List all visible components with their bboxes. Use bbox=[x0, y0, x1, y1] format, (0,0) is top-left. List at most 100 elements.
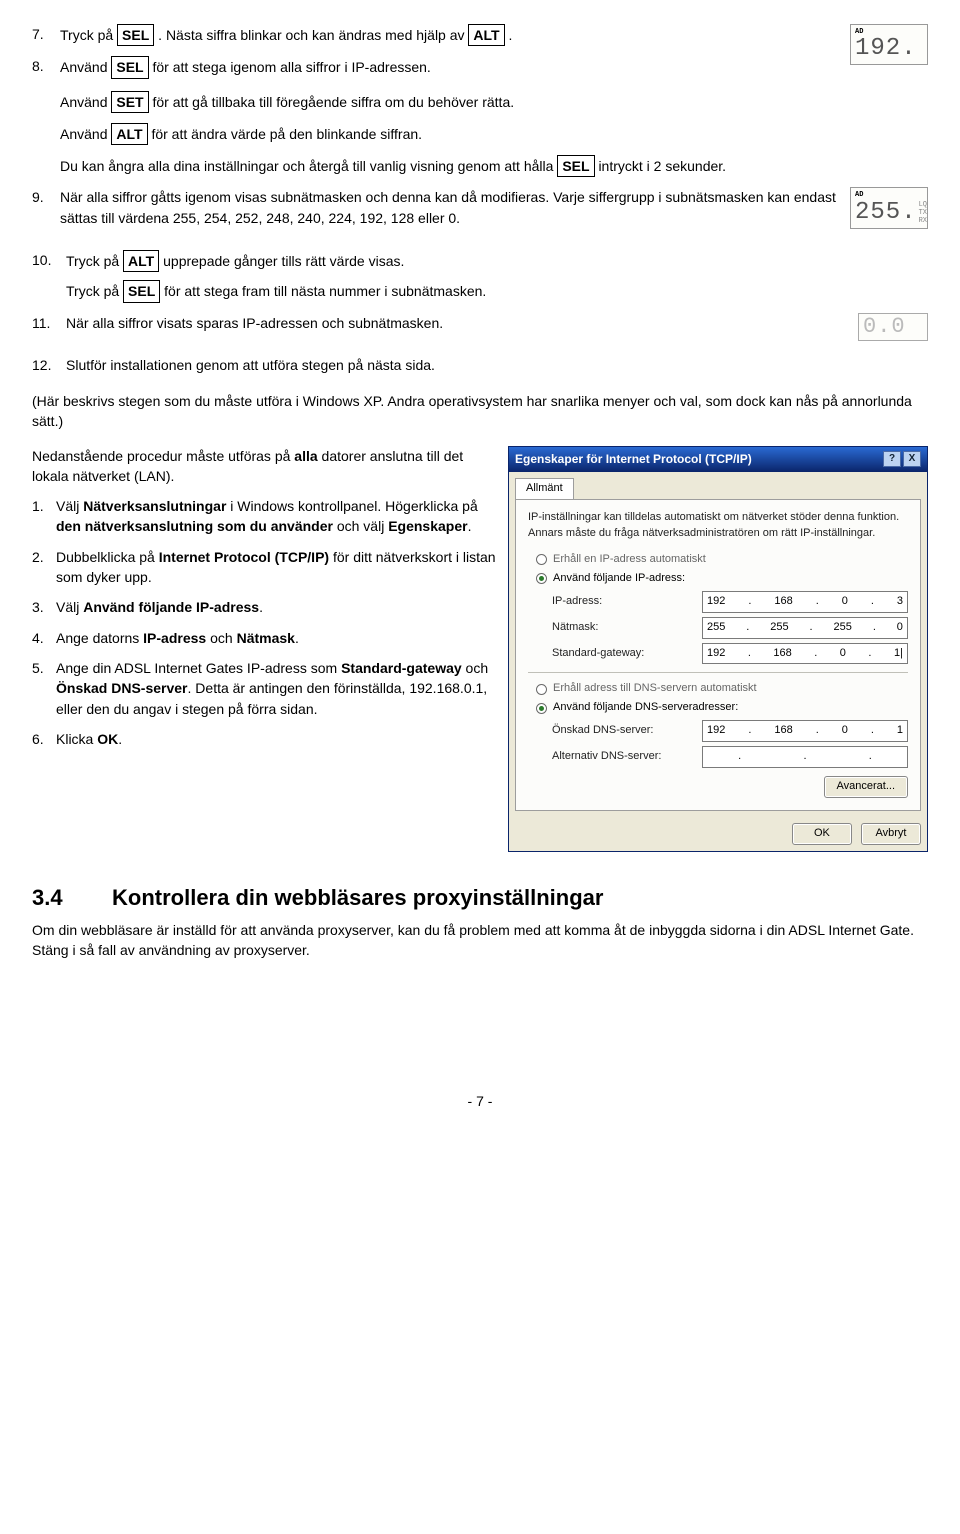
netmask-input[interactable]: 255. 255. 255. 0 bbox=[702, 617, 908, 639]
text: för att stega fram till nästa nummer i s… bbox=[164, 283, 486, 299]
octet: 0 bbox=[897, 620, 903, 636]
radio-label: Erhåll adress till DNS-servern automatis… bbox=[553, 681, 757, 697]
text: Nedanstående procedur måste utföras på bbox=[32, 448, 294, 464]
step-number: 5. bbox=[32, 658, 56, 719]
step-body: Tryck på ALT upprepade gånger tills rätt… bbox=[66, 250, 928, 303]
key-sel: SEL bbox=[111, 56, 148, 78]
octet: 255 bbox=[770, 620, 788, 636]
text-bold: alla bbox=[294, 448, 317, 464]
radio-icon bbox=[536, 554, 547, 565]
step-8-note-undo: Du kan ångra alla dina inställningar och… bbox=[60, 155, 838, 177]
ok-button[interactable]: OK bbox=[792, 823, 852, 845]
octet: 192 bbox=[707, 646, 725, 662]
close-button[interactable]: X bbox=[903, 451, 921, 467]
lcd-tx: TX bbox=[919, 209, 927, 217]
text-bold: Internet Protocol (TCP/IP) bbox=[159, 549, 329, 565]
dialog-title: Egenskaper för Internet Protocol (TCP/IP… bbox=[515, 451, 881, 468]
text: Dubbelklicka på bbox=[56, 549, 159, 565]
step-body: Använd SEL för att stega igenom alla sif… bbox=[60, 56, 838, 78]
field-label: IP-adress: bbox=[552, 594, 702, 610]
step-body: Dubbelklicka på Internet Protocol (TCP/I… bbox=[56, 547, 496, 588]
tcpip-properties-dialog: Egenskaper för Internet Protocol (TCP/IP… bbox=[508, 446, 928, 853]
dialog-titlebar[interactable]: Egenskaper för Internet Protocol (TCP/IP… bbox=[509, 447, 927, 472]
text-bold: Nätmask bbox=[237, 630, 295, 646]
lcd-lq: LQ bbox=[919, 201, 927, 209]
advanced-button[interactable]: Avancerat... bbox=[824, 776, 909, 798]
dialog-intro: IP-inställningar kan tilldelas automatis… bbox=[528, 510, 908, 542]
text-bold: Standard-gateway bbox=[341, 660, 462, 676]
lcd-digits: 0.0 bbox=[863, 316, 923, 338]
key-sel: SEL bbox=[123, 280, 160, 302]
octet: 1| bbox=[894, 646, 903, 662]
text: och välj bbox=[333, 518, 388, 534]
radio-use-following-ip[interactable]: Använd följande IP-adress: bbox=[536, 571, 908, 587]
gateway-input[interactable]: 192. 168. 0. 1| bbox=[702, 643, 908, 665]
step-number: 7. bbox=[32, 24, 60, 46]
step-11: 11. När alla siffror visats sparas IP-ad… bbox=[32, 313, 928, 341]
lcd-display-ip: AD 192. bbox=[850, 24, 928, 65]
radio-obtain-ip-auto[interactable]: Erhåll en IP-adress automatiskt bbox=[536, 552, 908, 568]
win-step-3: 3. Välj Använd följande IP-adress. bbox=[32, 597, 496, 617]
text-bold: Nätverksanslutningar bbox=[83, 498, 226, 514]
radio-obtain-dns-auto[interactable]: Erhåll adress till DNS-servern automatis… bbox=[536, 681, 908, 697]
text: . bbox=[295, 630, 299, 646]
text: Använd bbox=[60, 126, 111, 142]
step-8-note-set: Använd SET för att gå tillbaka till före… bbox=[60, 91, 838, 113]
text: och bbox=[462, 660, 488, 676]
step-number: 12. bbox=[32, 355, 66, 375]
radio-icon bbox=[536, 573, 547, 584]
win-step-2: 2. Dubbelklicka på Internet Protocol (TC… bbox=[32, 547, 496, 588]
text: upprepade gånger tills rätt värde visas. bbox=[163, 253, 404, 269]
text: Du kan ångra alla dina inställningar och… bbox=[60, 158, 557, 174]
radio-use-following-dns[interactable]: Använd följande DNS-serveradresser: bbox=[536, 700, 908, 716]
text: Använd bbox=[60, 59, 111, 75]
field-label: Önskad DNS-server: bbox=[552, 723, 702, 739]
octet: 168 bbox=[774, 594, 792, 610]
text: . bbox=[118, 731, 122, 747]
step-body: När alla siffror gåtts igenom visas subn… bbox=[60, 187, 838, 228]
text: Klicka bbox=[56, 731, 97, 747]
step-number: 2. bbox=[32, 547, 56, 588]
field-label: Alternativ DNS-server: bbox=[552, 749, 702, 765]
section-title: Kontrollera din webbläsares proxyinställ… bbox=[112, 885, 603, 910]
key-set: SET bbox=[111, 91, 148, 113]
tab-general[interactable]: Allmänt bbox=[515, 478, 574, 499]
dns2-input[interactable]: . . . bbox=[702, 746, 908, 768]
lcd-digits: 192. bbox=[855, 37, 923, 61]
text: för att stega igenom alla siffror i IP-a… bbox=[153, 59, 431, 75]
step-body: Klicka OK. bbox=[56, 729, 496, 749]
step-number: 1. bbox=[32, 496, 56, 537]
step-number: 11. bbox=[32, 313, 66, 341]
step-9: 9. När alla siffror gåtts igenom visas s… bbox=[32, 187, 838, 228]
text: . Nästa siffra blinkar och kan ändras me… bbox=[158, 27, 468, 43]
step-body: Ange datorns IP-adress och Nätmask. bbox=[56, 628, 496, 648]
text-bold: OK bbox=[97, 731, 118, 747]
text: intryckt i 2 sekunder. bbox=[598, 158, 726, 174]
octet: 168 bbox=[773, 646, 791, 662]
section-number: 3.4 bbox=[32, 882, 112, 914]
dns1-input[interactable]: 192. 168. 0. 1 bbox=[702, 720, 908, 742]
octet: 168 bbox=[774, 723, 792, 739]
field-gateway: Standard-gateway: 192. 168. 0. 1| bbox=[552, 643, 908, 665]
octet: 255 bbox=[707, 620, 725, 636]
field-label: Nätmask: bbox=[552, 620, 702, 636]
key-sel: SEL bbox=[557, 155, 594, 177]
ip-input[interactable]: 192. 168. 0. 3 bbox=[702, 591, 908, 613]
octet: 0 bbox=[840, 646, 846, 662]
radio-icon bbox=[536, 703, 547, 714]
octet: 3 bbox=[897, 594, 903, 610]
text: för att ändra värde på den blinkande sif… bbox=[151, 126, 422, 142]
key-alt: ALT bbox=[123, 250, 159, 272]
help-button[interactable]: ? bbox=[883, 451, 901, 467]
radio-label: Använd följande DNS-serveradresser: bbox=[553, 700, 738, 716]
step-body: Välj Använd följande IP-adress. bbox=[56, 597, 496, 617]
step-10: 10. Tryck på ALT upprepade gånger tills … bbox=[32, 250, 928, 303]
step-8-note-alt: Använd ALT för att ändra värde på den bl… bbox=[60, 123, 838, 145]
text: och bbox=[206, 630, 236, 646]
text: för att gå tillbaka till föregående siff… bbox=[153, 94, 515, 110]
win-step-6: 6. Klicka OK. bbox=[32, 729, 496, 749]
cancel-button[interactable]: Avbryt bbox=[861, 823, 921, 845]
text: Tryck på bbox=[66, 283, 123, 299]
text-bold: IP-adress bbox=[143, 630, 206, 646]
step-body: Tryck på SEL . Nästa siffra blinkar och … bbox=[60, 24, 838, 46]
